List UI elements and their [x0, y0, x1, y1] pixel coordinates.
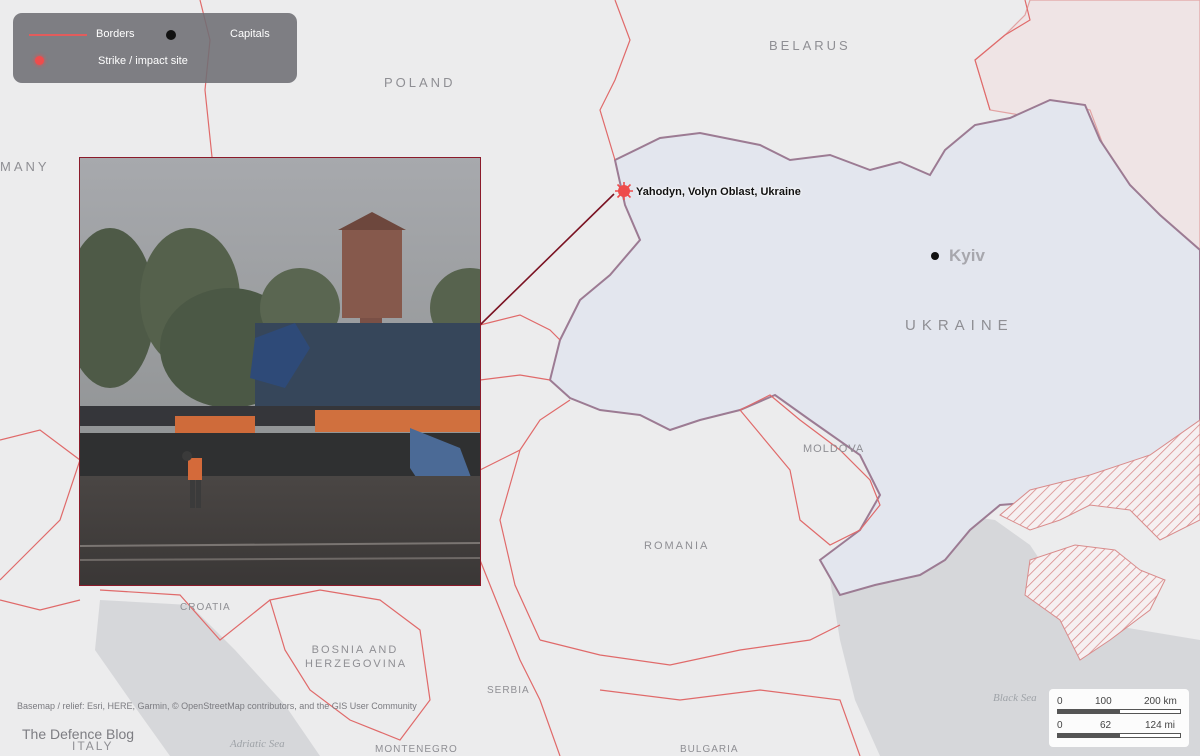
label-croatia: CROATIA [180, 602, 231, 613]
scale-km-bar-left [1057, 709, 1119, 714]
legend-capitals-label: Capitals [230, 28, 270, 40]
scale-mi-mid: 62 [1100, 720, 1112, 731]
map-stage: BELARUS POLAND MANY UKRAINE MOLDOVA ROMA… [0, 0, 1200, 756]
label-ukraine: UKRAINE [905, 317, 1014, 334]
label-romania: ROMANIA [644, 540, 710, 552]
watermark: The Defence Blog [22, 726, 135, 742]
scale-bar: 0 100 200 km 0 62 124 mi [1049, 689, 1189, 747]
scale-km-mid: 100 [1095, 696, 1112, 707]
borders-legend-line [29, 34, 87, 36]
label-bulgaria: BULGARIA [680, 744, 739, 755]
label-adriatic-sea: Adriatic Sea [230, 738, 285, 750]
capitals-legend-dot [166, 30, 176, 40]
capital-label: Kyiv [949, 246, 985, 265]
scale-mi-end: 124 mi [1145, 720, 1176, 731]
map-legend: Borders Capitals Strike / impact site [13, 13, 297, 83]
label-poland: POLAND [384, 75, 456, 90]
scale-km-end: 200 km [1144, 696, 1177, 707]
legend-borders-label: Borders [96, 28, 135, 40]
basemap-credit: Basemap / relief: Esri, HERE, Garmin, © … [17, 701, 417, 711]
label-serbia: SERBIA [487, 685, 530, 696]
label-belarus: BELARUS [769, 38, 851, 53]
legend-strike-label: Strike / impact site [98, 55, 188, 67]
label-moldova: MOLDOVA [803, 443, 865, 455]
scale-km-bar-right [1119, 709, 1181, 714]
strike-site-label: Yahodyn, Volyn Oblast, Ukraine [636, 186, 801, 198]
label-black-sea: Black Sea [993, 692, 1037, 704]
scale-km-zero: 0 [1057, 696, 1063, 707]
scale-mi-bar-right [1119, 733, 1181, 738]
strike-marker [615, 182, 633, 200]
label-germany: MANY [0, 159, 50, 174]
label-bosnia: BOSNIA AND HERZEGOVINA [305, 644, 408, 670]
strike-legend-icon [35, 56, 44, 65]
strike-photo [79, 157, 481, 586]
scale-mi-zero: 0 [1057, 720, 1063, 731]
photo-scene [80, 158, 480, 585]
capital-dot [931, 252, 939, 260]
scale-mi-bar-left [1057, 733, 1119, 738]
label-montenegro: MONTENEGRO [375, 744, 458, 755]
